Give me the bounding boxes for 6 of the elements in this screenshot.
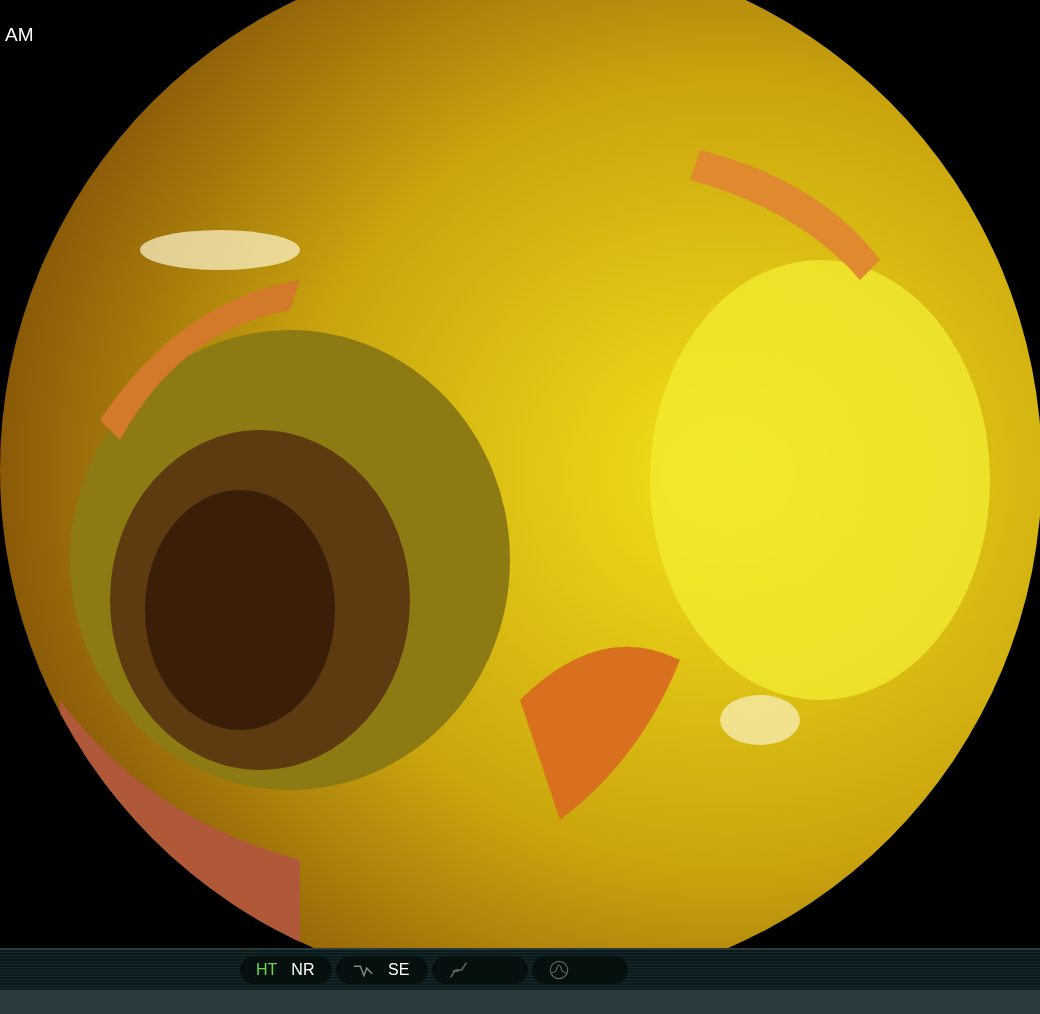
- mode-label: HT: [256, 961, 278, 979]
- mode-label: SE: [388, 961, 410, 979]
- curve-icon: [448, 960, 470, 980]
- overlay-text: AM: [5, 24, 34, 46]
- wave-icon: [548, 960, 570, 980]
- mode-label: NR: [291, 961, 315, 979]
